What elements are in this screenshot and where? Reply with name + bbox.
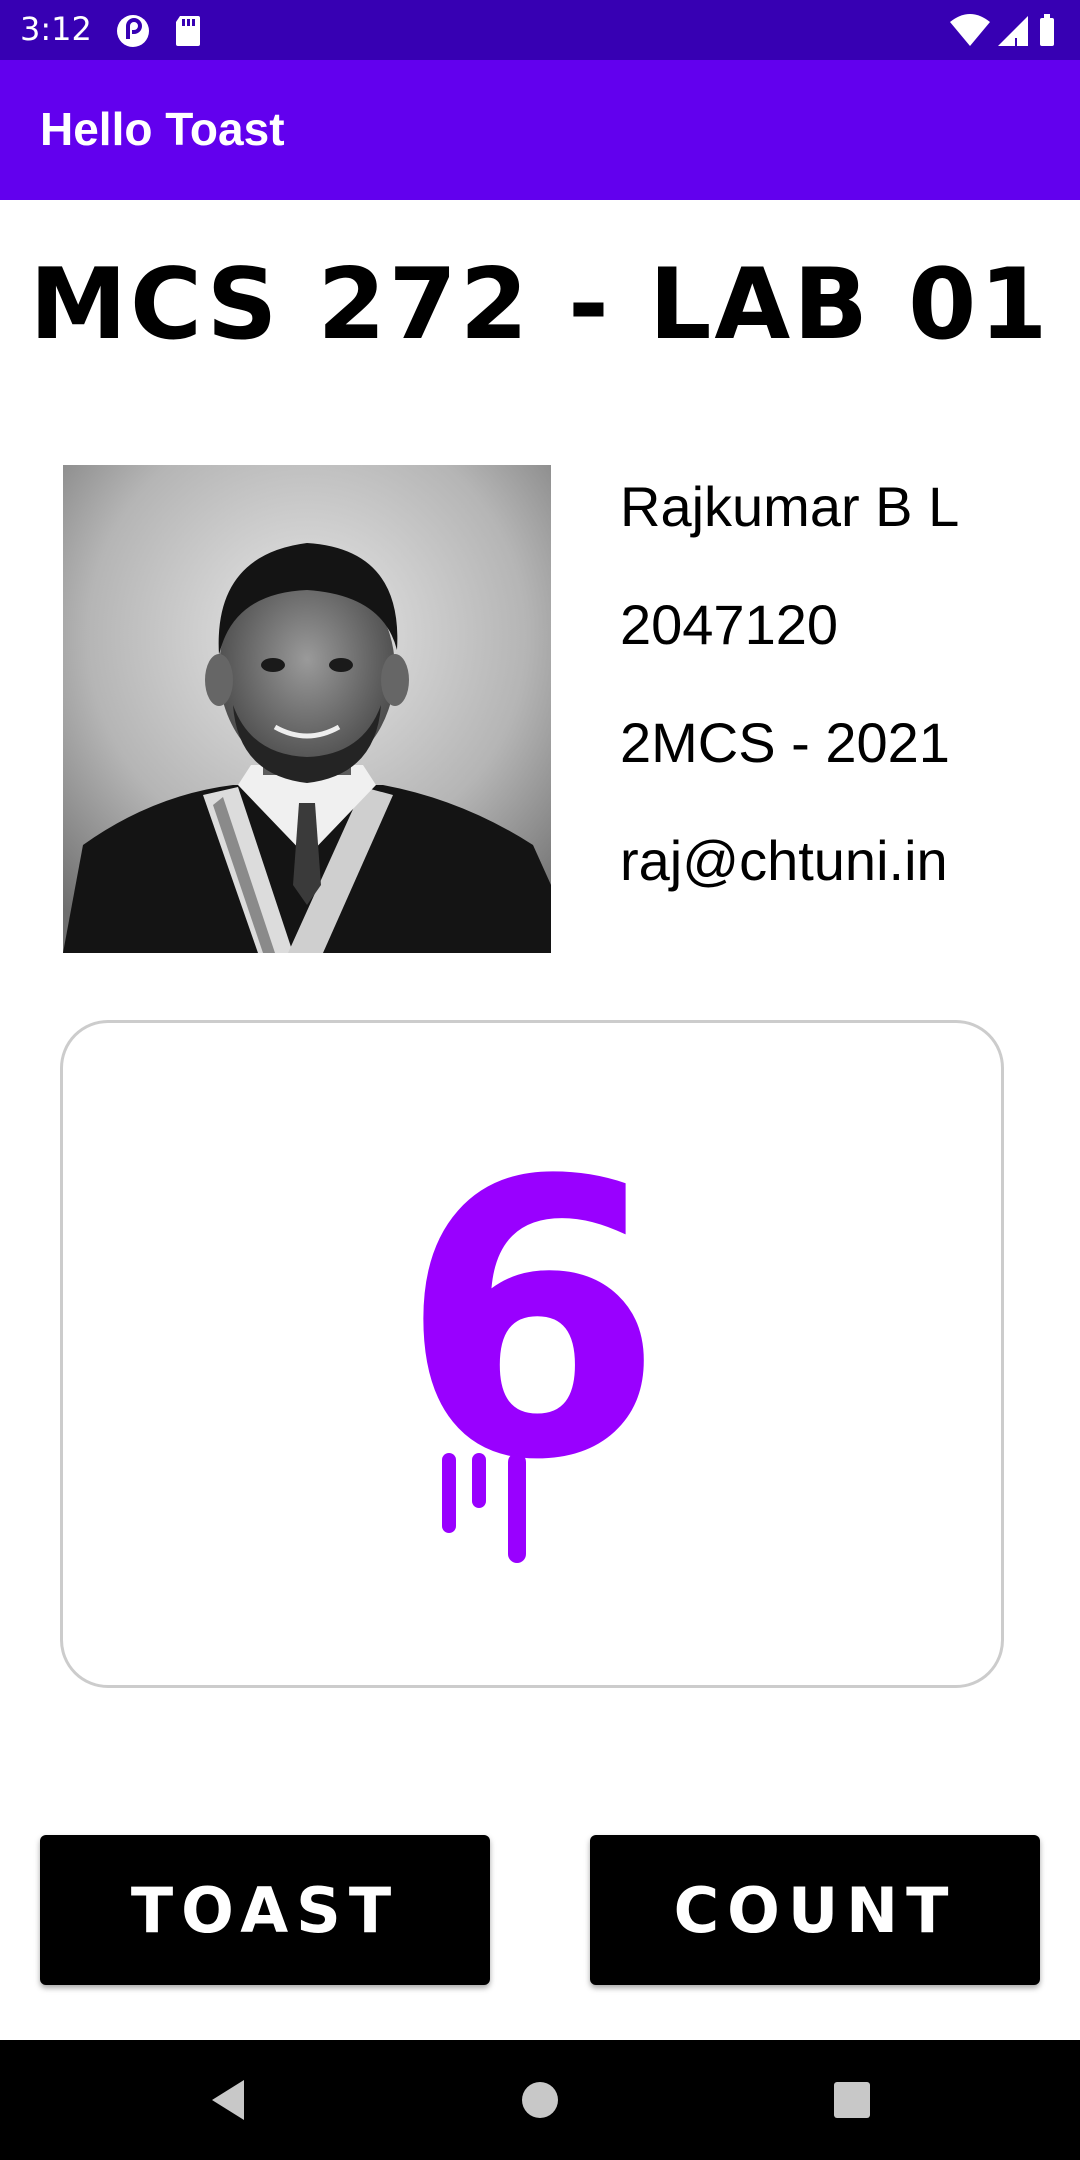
status-right-icons (950, 14, 1054, 46)
home-icon[interactable] (480, 2040, 600, 2160)
navigation-bar (0, 2040, 1080, 2160)
sd-card-icon (176, 16, 200, 46)
page-heading: MCS 272 - LAB 01 (29, 248, 1051, 362)
back-icon[interactable] (168, 2040, 288, 2160)
status-bar: 3:12 (0, 0, 1080, 60)
toast-button[interactable]: TOAST (40, 1835, 490, 1985)
count-button[interactable]: COUNT (590, 1835, 1040, 1985)
student-email: raj@chtuni.in (620, 829, 948, 892)
student-class: 2MCS - 2021 (620, 711, 950, 774)
app-title: Hello Toast (40, 103, 285, 155)
counter-display: 6 (400, 1100, 664, 1563)
student-id: 2047120 (620, 593, 839, 656)
app-bar: Hello Toast (0, 60, 1080, 200)
recents-icon[interactable] (792, 2040, 912, 2160)
counter-card: 6 (60, 1020, 1004, 1688)
pocket-casts-icon (117, 15, 149, 47)
battery-icon (1040, 14, 1054, 46)
status-time: 3:12 (20, 10, 92, 48)
profile-info: Rajkumar B L 2047120 2MCS - 2021 raj@cht… (620, 470, 1040, 942)
profile-photo (63, 465, 551, 953)
wifi-icon (950, 14, 990, 46)
cellular-signal-icon (998, 16, 1028, 46)
student-name: Rajkumar B L (620, 475, 960, 538)
count-value: 6 (400, 1100, 664, 1543)
